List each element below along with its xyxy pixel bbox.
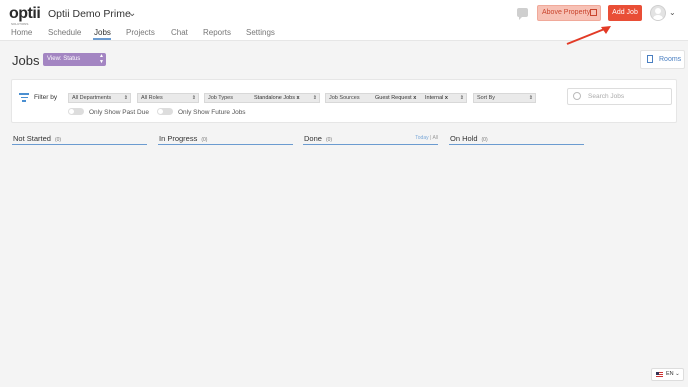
column-title: Done (0): [304, 134, 333, 143]
nav-settings[interactable]: Settings: [246, 28, 275, 37]
search-icon: [573, 92, 581, 100]
column-title: Not Started (0): [13, 134, 62, 143]
all-link[interactable]: All: [432, 135, 438, 141]
rooms-icon: [647, 55, 653, 63]
nav-projects[interactable]: Projects: [126, 28, 155, 37]
above-property-button[interactable]: Above Property: [537, 5, 601, 21]
add-job-button[interactable]: Add Job: [608, 5, 642, 21]
page-title: Jobs: [12, 53, 40, 68]
nav-reports[interactable]: Reports: [203, 28, 231, 37]
nav-jobs[interactable]: Jobs: [94, 28, 111, 37]
column-title: On Hold (0): [450, 134, 488, 143]
departments-select[interactable]: All Departments ⇕: [68, 93, 131, 103]
filter-panel: Filter by All Departments ⇕ All Roles ⇕ Jo…: [11, 79, 677, 123]
column-not-started: Not Started (0): [12, 134, 147, 145]
nav-schedule[interactable]: Schedule: [48, 28, 81, 37]
select-arrows-icon: ▲ ▼: [99, 53, 104, 65]
remove-chip-icon[interactable]: x: [445, 95, 448, 101]
search-box[interactable]: Search Jobs: [567, 88, 672, 105]
language-select[interactable]: EN ⌄: [651, 368, 684, 381]
column-done: Done (0) Today | All: [303, 134, 438, 145]
avatar-icon[interactable]: [650, 5, 666, 21]
column-title: In Progress (0): [159, 134, 208, 143]
job-source-chip: Guest Request x: [375, 95, 417, 101]
sort-by-select[interactable]: Sort By ⇕: [473, 93, 536, 103]
property-name[interactable]: Optii Demo Prime: [48, 8, 131, 20]
nav-chat[interactable]: Chat: [171, 28, 188, 37]
future-jobs-label: Only Show Future Jobs: [178, 109, 246, 116]
roles-select[interactable]: All Roles ⇕: [137, 93, 199, 103]
job-type-chip: Standalone Jobs x: [254, 95, 300, 101]
optii-logo[interactable]: optii SOLUTIONS: [9, 5, 41, 26]
today-link[interactable]: Today: [415, 135, 428, 141]
remove-chip-icon[interactable]: x: [297, 95, 300, 101]
job-sources-select[interactable]: Job Sources Guest Request x Internal x ⇕: [325, 93, 467, 103]
view-select[interactable]: View: Status ▲ ▼: [43, 53, 106, 66]
search-input[interactable]: Search Jobs: [588, 93, 624, 100]
future-jobs-toggle[interactable]: [157, 108, 173, 115]
done-filter-links: Today | All: [415, 135, 438, 141]
active-tab-underline: [93, 38, 111, 40]
column-in-progress: In Progress (0): [158, 134, 293, 145]
job-types-select[interactable]: Job Types Standalone Jobs x ⇕: [204, 93, 320, 103]
nav-home[interactable]: Home: [11, 28, 32, 37]
past-due-label: Only Show Past Due: [89, 109, 149, 116]
filter-label: Filter by: [34, 94, 58, 101]
chevron-down-icon[interactable]: ⌄: [669, 8, 676, 17]
rooms-button[interactable]: Rooms: [640, 50, 685, 69]
chat-icon[interactable]: [517, 8, 528, 20]
past-due-toggle[interactable]: [68, 108, 84, 115]
column-on-hold: On Hold (0): [449, 134, 584, 145]
flag-us-icon: [656, 372, 663, 377]
annotation-arrow: [566, 26, 611, 45]
filter-icon: [19, 93, 29, 102]
job-source-chip: Internal x: [425, 95, 448, 101]
external-link-icon: [590, 9, 597, 16]
chevron-down-icon[interactable]: ⌄: [128, 8, 136, 19]
remove-chip-icon[interactable]: x: [413, 95, 416, 101]
